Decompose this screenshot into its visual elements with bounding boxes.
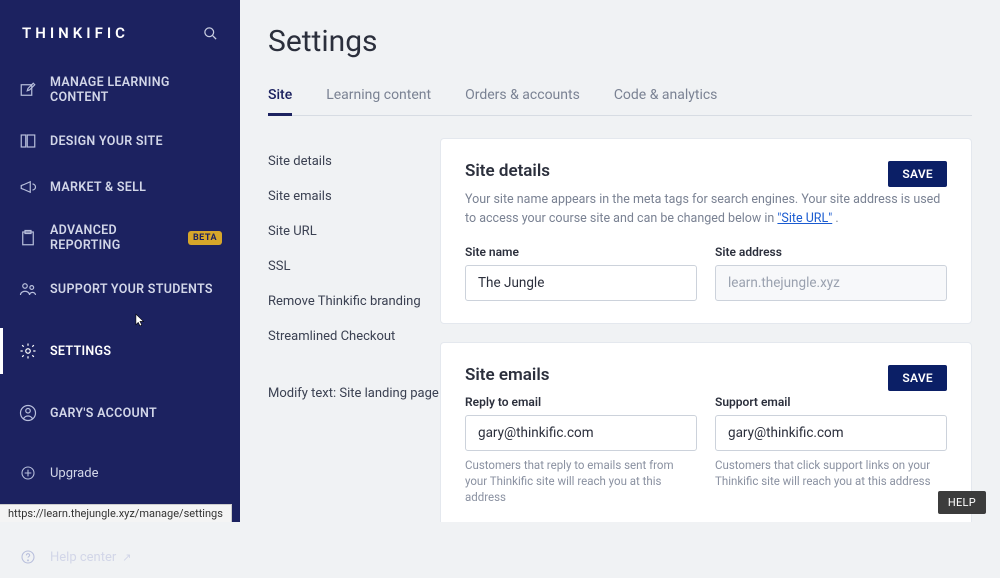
reply-email-label: Reply to email: [465, 395, 697, 409]
search-icon[interactable]: [203, 26, 218, 41]
sidebar-item-market-sell[interactable]: MARKET & SELL: [0, 164, 240, 210]
card-title: Site details: [465, 161, 550, 181]
external-link-icon: ↗: [122, 551, 131, 564]
card-description: Your site name appears in the meta tags …: [465, 191, 947, 229]
settings-body: Site details Site emails Site URL SSL Re…: [240, 116, 1000, 522]
sparkle-icon: [18, 463, 38, 483]
sidebar-item-design-site[interactable]: DESIGN YOUR SITE: [0, 118, 240, 164]
gear-icon: [18, 341, 38, 361]
sidebar-item-help-center[interactable]: Help center ↗: [0, 536, 240, 578]
beta-badge: BETA: [188, 231, 222, 245]
user-circle-icon: [18, 403, 38, 423]
people-icon: [18, 279, 38, 299]
site-address-input: [715, 265, 947, 301]
tab-site[interactable]: Site: [268, 81, 292, 115]
sidebar-item-advanced-reporting[interactable]: ADVANCED REPORTING BETA: [0, 210, 240, 266]
reply-email-hint: Customers that reply to emails sent from…: [465, 457, 697, 505]
tabs-bar: Site Learning content Orders & accounts …: [268, 81, 972, 116]
field-site-name: Site name: [465, 245, 697, 301]
subnav-modify-text[interactable]: Modify text: Site landing page: [268, 376, 440, 411]
card-site-details: Site details SAVE Your site name appears…: [440, 138, 972, 324]
field-site-address: Site address: [715, 245, 947, 301]
save-button-site-details[interactable]: SAVE: [888, 161, 947, 187]
help-circle-icon: [18, 547, 38, 567]
sidebar-item-label: GARY'S ACCOUNT: [50, 406, 157, 421]
support-email-input[interactable]: [715, 415, 947, 451]
tab-learning-content[interactable]: Learning content: [326, 81, 431, 115]
subnav-site-details[interactable]: Site details: [268, 144, 440, 179]
support-email-hint: Customers that click support links on yo…: [715, 457, 947, 489]
sidebar-item-label: Upgrade: [50, 466, 98, 481]
sidebar-item-support-students[interactable]: SUPPORT YOUR STUDENTS: [0, 266, 240, 312]
page-title: Settings: [268, 24, 972, 59]
sidebar-item-label: SETTINGS: [50, 344, 111, 359]
site-address-label: Site address: [715, 245, 947, 259]
sidebar-header: THINKIFIC: [0, 0, 240, 62]
site-name-label: Site name: [465, 245, 697, 259]
subnav-site-url[interactable]: Site URL: [268, 214, 440, 249]
sub-nav: Site details Site emails Site URL SSL Re…: [240, 116, 440, 522]
field-support-email: Support email Customers that click suppo…: [715, 395, 947, 505]
clipboard-icon: [18, 228, 38, 248]
sidebar-item-label: MANAGE LEARNING CONTENT: [50, 75, 222, 105]
layout-icon: [18, 131, 38, 151]
site-name-input[interactable]: [465, 265, 697, 301]
page-header: Settings Site Learning content Orders & …: [240, 0, 1000, 116]
sidebar-item-settings[interactable]: SETTINGS: [0, 328, 240, 374]
pencil-document-icon: [18, 80, 38, 100]
sidebar-item-label: ADVANCED REPORTING: [50, 223, 180, 253]
card-site-emails: Site emails SAVE Reply to email Customer…: [440, 342, 972, 523]
sidebar-item-label: MARKET & SELL: [50, 180, 146, 195]
card-title: Site emails: [465, 365, 550, 385]
sidebar: THINKIFIC MANAGE LEARNING CONTENT DESIGN…: [0, 0, 240, 522]
help-widget-button[interactable]: HELP: [938, 491, 986, 514]
settings-panels: Site details SAVE Your site name appears…: [440, 116, 1000, 522]
subnav-remove-branding[interactable]: Remove Thinkific branding: [268, 284, 440, 319]
megaphone-icon: [18, 177, 38, 197]
site-url-link[interactable]: "Site URL": [777, 211, 832, 226]
sidebar-item-label: SUPPORT YOUR STUDENTS: [50, 282, 213, 297]
subnav-site-emails[interactable]: Site emails: [268, 179, 440, 214]
tab-code-analytics[interactable]: Code & analytics: [614, 81, 718, 115]
save-button-site-emails[interactable]: SAVE: [888, 365, 947, 391]
sidebar-item-label: Help center: [50, 550, 116, 565]
sidebar-item-label: DESIGN YOUR SITE: [50, 134, 163, 149]
brand-logo: THINKIFIC: [22, 24, 129, 42]
support-email-label: Support email: [715, 395, 947, 409]
browser-status-url: https://learn.thejungle.xyz/manage/setti…: [0, 504, 232, 522]
sidebar-item-account[interactable]: GARY'S ACCOUNT: [0, 390, 240, 436]
sidebar-item-upgrade[interactable]: Upgrade: [0, 452, 240, 494]
subnav-streamlined-checkout[interactable]: Streamlined Checkout: [268, 319, 440, 354]
subnav-ssl[interactable]: SSL: [268, 249, 440, 284]
reply-email-input[interactable]: [465, 415, 697, 451]
field-reply-email: Reply to email Customers that reply to e…: [465, 395, 697, 505]
tab-orders-accounts[interactable]: Orders & accounts: [465, 81, 580, 115]
sidebar-item-manage-learning[interactable]: MANAGE LEARNING CONTENT: [0, 62, 240, 118]
main-content: Settings Site Learning content Orders & …: [240, 0, 1000, 522]
